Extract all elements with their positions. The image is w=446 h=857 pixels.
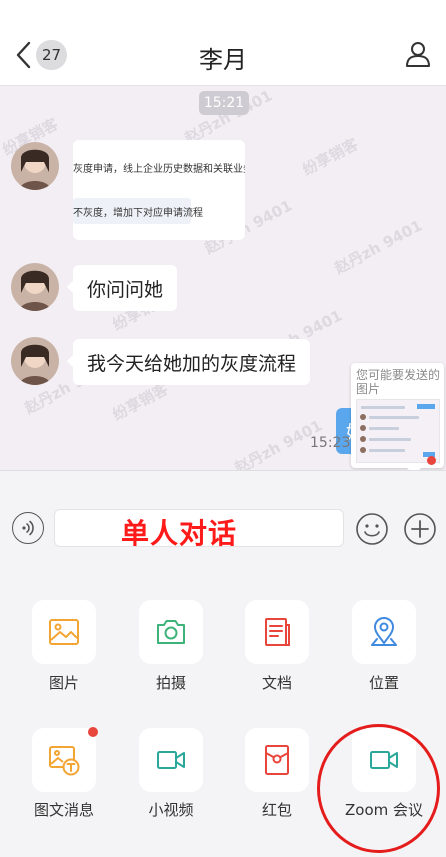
camera-label: 拍摄	[155, 674, 186, 692]
image-icon	[49, 619, 79, 645]
thumb-avatar	[360, 425, 366, 431]
watermark: 纷享销客	[109, 379, 171, 424]
camera-icon	[157, 620, 185, 644]
image-label: 图片	[48, 674, 79, 692]
chat-title: 李月	[199, 46, 247, 74]
document-icon	[265, 618, 290, 646]
red-packet-button[interactable]	[245, 728, 309, 792]
zoom-meeting-label: Zoom 会议	[344, 801, 423, 819]
document-label: 文档	[261, 674, 292, 692]
card-text-line: 灰度申请，线上企业历史数据和关联业务比较	[73, 164, 245, 175]
message-bubble[interactable]: 我今天给她加的灰度流程	[66, 339, 311, 385]
plus-icon[interactable]	[403, 512, 437, 546]
red-packet-label: 红包	[261, 801, 292, 819]
location-icon	[371, 617, 397, 646]
image-text-label: 图文消息	[33, 801, 94, 819]
thumb-line	[361, 406, 405, 409]
camera-button[interactable]	[139, 600, 203, 664]
short-video-button[interactable]	[139, 728, 203, 792]
image-button[interactable]	[32, 600, 96, 664]
chat-header: 27 李月	[0, 0, 446, 86]
card-text-line: 不灰度，增加下对应申请流程	[73, 198, 203, 224]
short-video-label: 小视频	[148, 801, 194, 819]
notification-dot	[88, 727, 98, 737]
watermark: 赵丹zh 9401	[331, 216, 426, 278]
thumb-avatar	[360, 414, 366, 420]
image-message-card[interactable]: 灰度申请，线上企业历史数据和关联业务比较 不灰度，增加下对应申请流程	[73, 140, 245, 240]
zoom-meeting-button[interactable]	[352, 728, 416, 792]
input-bar: 单人对话	[0, 470, 446, 585]
avatar[interactable]	[11, 337, 59, 385]
thumb-line	[369, 427, 399, 430]
suggested-image-text: 您可能要发送的图片	[356, 368, 441, 396]
suggested-image-popup[interactable]: 您可能要发送的图片	[351, 363, 444, 470]
watermark: 纷享销客	[299, 134, 361, 179]
message-list[interactable]: 纷享销客 赵丹zh 9401 纷享销客 纷享销客 赵丹zh 9401 赵丹zh …	[0, 86, 446, 470]
video-icon	[157, 751, 185, 769]
sent-timestamp: 15:23	[310, 435, 351, 451]
thumb-line	[369, 438, 411, 441]
thumb-line	[369, 449, 405, 452]
suggested-image-thumbnail[interactable]	[356, 399, 440, 463]
zoom-meeting-icon	[370, 751, 398, 769]
person-icon[interactable]	[404, 40, 432, 68]
notification-dot	[427, 456, 436, 465]
location-label: 位置	[368, 674, 399, 692]
image-text-icon	[49, 746, 80, 776]
location-button[interactable]	[352, 600, 416, 664]
avatar[interactable]	[11, 142, 59, 190]
message-bubble[interactable]: 你问问她	[66, 265, 178, 311]
voice-icon	[22, 520, 34, 536]
red-packet-icon	[265, 745, 289, 775]
thumb-avatar	[360, 436, 366, 442]
emoji-icon[interactable]	[355, 512, 389, 546]
thumb-line	[369, 416, 419, 419]
avatar[interactable]	[11, 263, 59, 311]
image-text-button[interactable]	[32, 728, 96, 792]
timestamp-pill: 15:21	[199, 91, 249, 115]
thumb-avatar	[360, 447, 366, 453]
avatar-photo	[11, 142, 59, 190]
document-button[interactable]	[245, 600, 309, 664]
thumb-sent	[417, 404, 435, 409]
annotation-label: 单人对话	[121, 517, 238, 550]
avatar-photo	[11, 337, 59, 385]
avatar-photo	[11, 263, 59, 311]
voice-button[interactable]	[12, 512, 44, 544]
